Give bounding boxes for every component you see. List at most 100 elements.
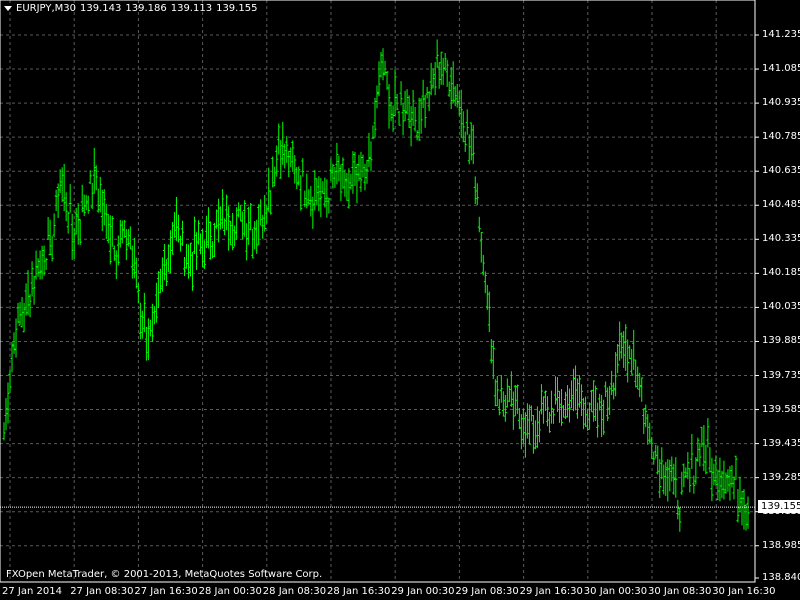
price-bar	[549, 390, 553, 424]
price-bar	[341, 157, 345, 189]
price-bar	[369, 141, 373, 172]
price-bar	[361, 154, 365, 178]
price-bar	[511, 391, 515, 430]
price-bar	[652, 451, 656, 465]
current-price-label: 139.155	[758, 500, 800, 514]
price-bar	[475, 183, 479, 206]
price-bar	[399, 81, 403, 106]
price-bar	[682, 463, 686, 488]
price-bar	[642, 408, 646, 435]
price-bar	[606, 387, 610, 422]
chart-menu-triangle-icon[interactable]	[4, 6, 12, 11]
price-bar	[88, 170, 92, 185]
time-tick-label: 27 Jan 16:30	[134, 586, 198, 597]
price-bar	[495, 376, 499, 407]
price-bar	[379, 52, 383, 78]
price-bar	[521, 408, 525, 444]
price-bar	[24, 283, 28, 316]
time-tick-label: 30 Jan 00:30	[583, 586, 648, 597]
price-bar	[632, 329, 636, 370]
price-bar	[54, 189, 58, 212]
price-bar	[225, 194, 229, 231]
price-bar	[666, 459, 670, 502]
price-bar	[277, 123, 281, 155]
price-bar	[221, 189, 225, 229]
price-bar	[365, 159, 369, 184]
price-bar	[291, 140, 295, 173]
price-bar	[664, 461, 668, 496]
price-bar	[397, 111, 401, 126]
price-bar	[505, 378, 509, 408]
time-tick-label: 28 Jan 16:30	[327, 586, 391, 597]
price-bar	[451, 61, 455, 104]
price-bar	[158, 268, 162, 294]
price-bar	[557, 390, 561, 423]
price-bar	[259, 199, 263, 226]
price-bar	[321, 181, 325, 195]
price-bar	[239, 205, 243, 222]
price-tick-label: 140.935	[762, 97, 800, 109]
price-bar	[407, 95, 411, 128]
time-tick-label: 30 Jan 08:30	[648, 586, 712, 597]
price-tick-label: 138.840	[762, 572, 800, 583]
price-bar	[630, 349, 634, 375]
price-bar	[26, 270, 30, 316]
price-bar	[150, 303, 154, 343]
price-bar	[640, 377, 644, 402]
price-bar	[142, 292, 146, 333]
price-bar	[604, 381, 608, 398]
price-bar	[437, 62, 441, 89]
price-bar	[395, 93, 399, 111]
price-bar	[463, 131, 467, 153]
price-bar	[650, 436, 654, 459]
price-bar	[98, 176, 102, 213]
time-tick-label: 27 Jan 2014	[2, 586, 62, 597]
price-bar	[431, 68, 435, 89]
price-bar	[80, 184, 84, 213]
price-bar	[116, 235, 120, 266]
price-bar	[383, 60, 387, 76]
price-bar	[543, 390, 547, 412]
price-bar	[245, 223, 249, 261]
price-tick-label: 139.585	[762, 403, 800, 415]
price-bar	[319, 178, 323, 218]
price-bar	[128, 226, 132, 250]
price-bar	[347, 168, 351, 209]
price-bar	[287, 150, 291, 177]
price-chart[interactable]	[0, 0, 800, 600]
price-bar	[401, 103, 405, 136]
chart-header: EURJPY,M30 139.143 139.186 139.113 139.1…	[4, 3, 257, 14]
price-bar	[367, 132, 371, 168]
price-bar	[447, 81, 451, 97]
price-bar	[66, 211, 70, 234]
price-bar	[497, 398, 501, 416]
price-bar	[62, 163, 66, 212]
price-bar	[459, 89, 463, 139]
price-bar	[339, 164, 343, 202]
price-bar	[513, 384, 517, 416]
price-bar	[385, 71, 389, 90]
price-bar	[487, 291, 491, 332]
price-bar	[439, 51, 443, 85]
price-bar	[698, 442, 702, 467]
price-bar	[333, 166, 337, 188]
price-bar	[668, 459, 672, 492]
price-bar	[28, 294, 32, 318]
price-bar	[634, 359, 638, 388]
price-tick-label: 140.485	[762, 199, 800, 211]
price-bar	[714, 455, 718, 486]
price-bar	[660, 447, 664, 480]
price-bar	[335, 142, 339, 185]
price-bar	[357, 154, 361, 182]
price-bar	[184, 243, 188, 269]
price-bar	[429, 62, 433, 96]
price-bar	[692, 475, 696, 494]
price-tick-label: 140.185	[762, 267, 800, 279]
price-bar	[102, 189, 106, 226]
price-tick-label: 139.735	[762, 369, 800, 381]
price-bar	[415, 130, 419, 141]
price-bar	[574, 365, 578, 411]
price-bar	[353, 151, 357, 187]
price-bar	[483, 271, 487, 294]
price-bar	[688, 468, 692, 493]
